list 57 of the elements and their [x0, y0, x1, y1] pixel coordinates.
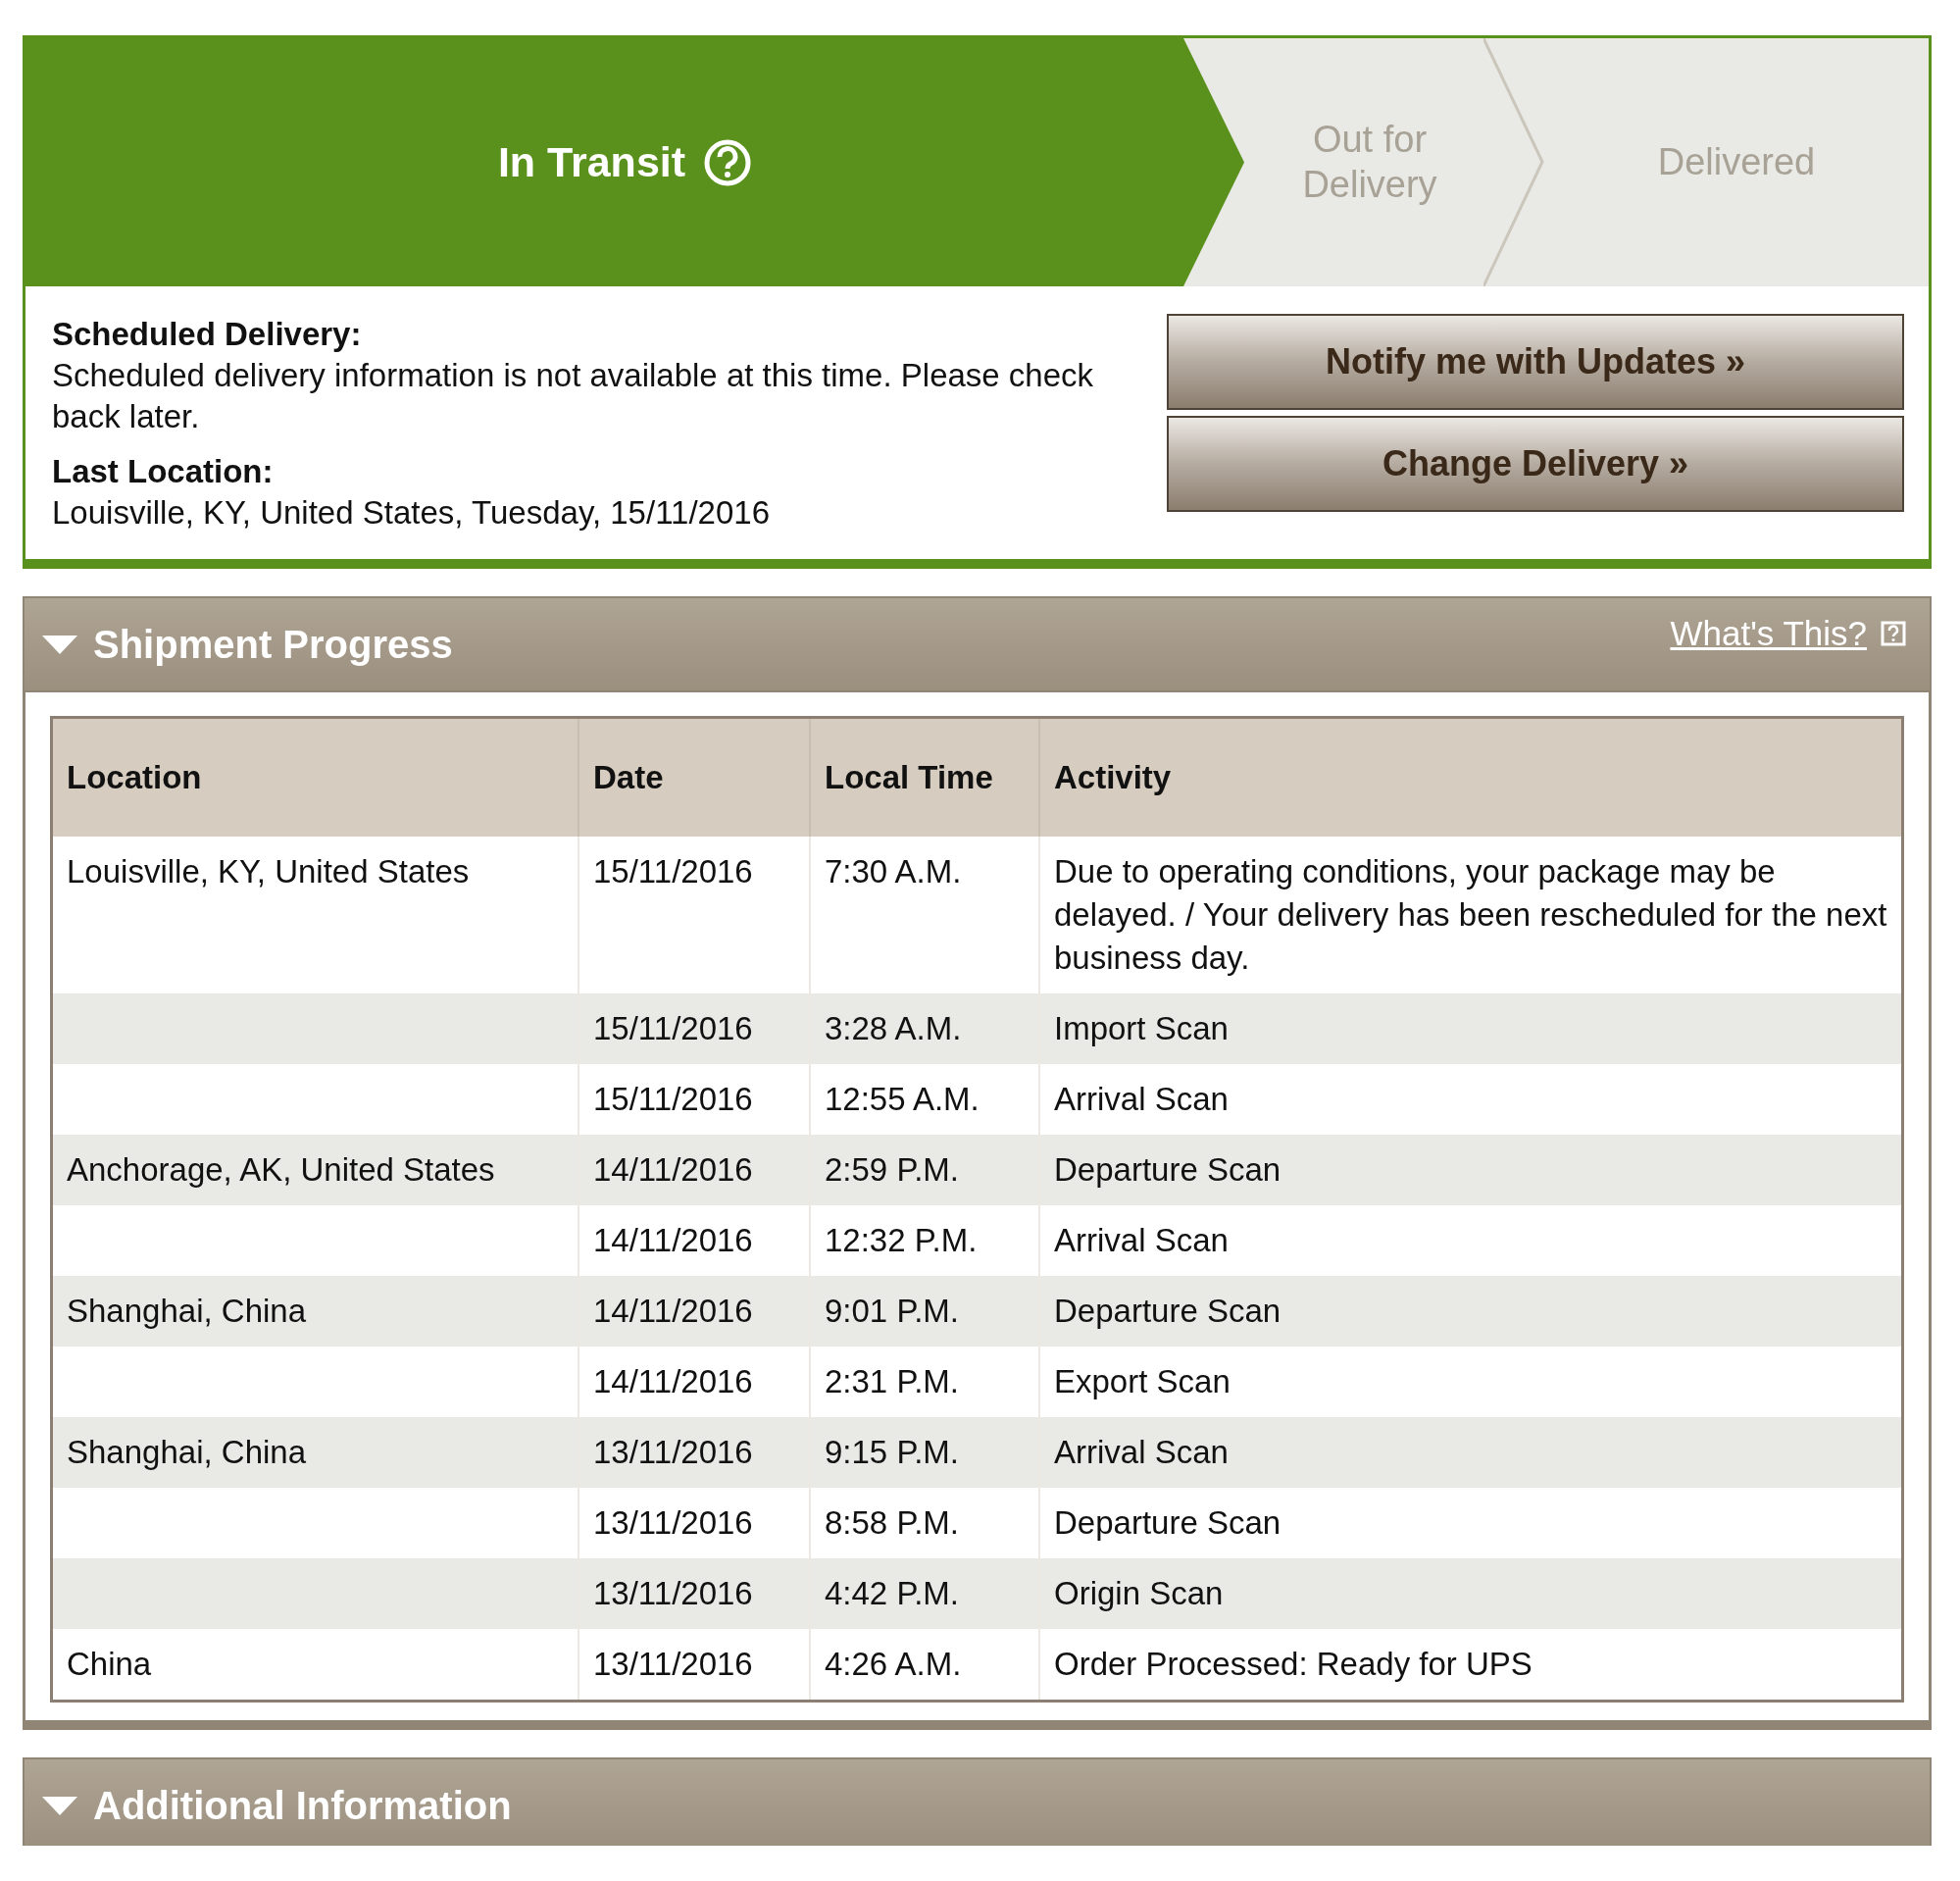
table-cell: Shanghai, China — [67, 1293, 307, 1329]
table-cell: 9:01 P.M. — [825, 1293, 959, 1329]
field-label: Last Location: — [52, 452, 275, 491]
table-cell: 14/11/2016 — [593, 1363, 753, 1399]
table-cell: 12:32 P.M. — [825, 1222, 978, 1258]
column-header: Activity — [1039, 717, 1903, 837]
table-cell: 15/11/2016 — [593, 853, 753, 890]
table-cell: Departure Scan — [1054, 1151, 1282, 1188]
section-title: Additional Information — [93, 1783, 513, 1828]
section-title: Shipment Progress — [93, 622, 454, 667]
table-cell: Arrival Scan — [1054, 1434, 1229, 1470]
table-cell: Due to operating conditions, your package may be delayed. / Your delivery has been rescheduled for the next business day. — [1054, 853, 1887, 976]
delivery-note: Scheduled delivery information is not available at this time. Please check back later. — [52, 356, 1095, 436]
table-cell: Order Processed: Ready for UPS — [1054, 1646, 1533, 1682]
table-cell: 14/11/2016 — [593, 1222, 753, 1258]
table-cell: Departure Scan — [1054, 1293, 1282, 1329]
column-header: Location — [51, 717, 578, 837]
table-cell: 13/11/2016 — [593, 1575, 753, 1611]
collapse-icon[interactable] — [40, 633, 79, 656]
table-cell: 8:58 P.M. — [825, 1504, 959, 1541]
table-cell: 13/11/2016 — [593, 1434, 753, 1470]
table-cell: 14/11/2016 — [593, 1293, 753, 1329]
table-cell: 9:15 P.M. — [825, 1434, 959, 1470]
table-cell: Origin Scan — [1054, 1575, 1224, 1611]
action-button[interactable]: Change Delivery » — [1167, 416, 1904, 512]
table-cell: Export Scan — [1054, 1363, 1231, 1399]
table-cell: 13/11/2016 — [593, 1646, 753, 1682]
table-cell: 15/11/2016 — [593, 1081, 753, 1117]
progress-step: Out for Delivery — [1244, 38, 1544, 286]
table-cell: Anchorage, AK, United States — [67, 1151, 495, 1188]
table-cell: Departure Scan — [1054, 1504, 1282, 1541]
collapse-icon[interactable] — [40, 1794, 79, 1817]
table-cell: China — [67, 1646, 152, 1682]
column-header: Date — [578, 717, 810, 837]
table-cell: Shanghai, China — [67, 1434, 307, 1470]
field-label: Scheduled Delivery: — [52, 315, 363, 354]
help-icon[interactable] — [1881, 621, 1906, 646]
progress-step: Delivered — [1544, 38, 1929, 286]
table-cell: 4:26 A.M. — [825, 1646, 962, 1682]
table-cell: Arrival Scan — [1054, 1222, 1229, 1258]
help-icon[interactable] — [703, 137, 753, 187]
table-cell: 14/11/2016 — [593, 1151, 753, 1188]
action-button[interactable]: Notify me with Updates » — [1167, 314, 1904, 410]
last-location: Louisville, KY, United States, Tuesday, 15/11/2016 — [52, 493, 771, 533]
table-cell: 7:30 A.M. — [825, 853, 962, 890]
table-cell: 13/11/2016 — [593, 1504, 753, 1541]
table-cell: Import Scan — [1054, 1010, 1229, 1046]
progress-step: In Transit — [25, 38, 1244, 286]
table-cell: 2:59 P.M. — [825, 1151, 959, 1188]
table-cell: Louisville, KY, United States — [67, 853, 470, 890]
table-cell: 12:55 A.M. — [825, 1081, 980, 1117]
table-cell: 4:42 P.M. — [825, 1575, 959, 1611]
column-header: Local Time — [810, 717, 1039, 837]
table-cell: Arrival Scan — [1054, 1081, 1229, 1117]
table-cell: 15/11/2016 — [593, 1010, 753, 1046]
table-cell: 3:28 A.M. — [825, 1010, 962, 1046]
table-cell: 2:31 P.M. — [825, 1363, 959, 1399]
